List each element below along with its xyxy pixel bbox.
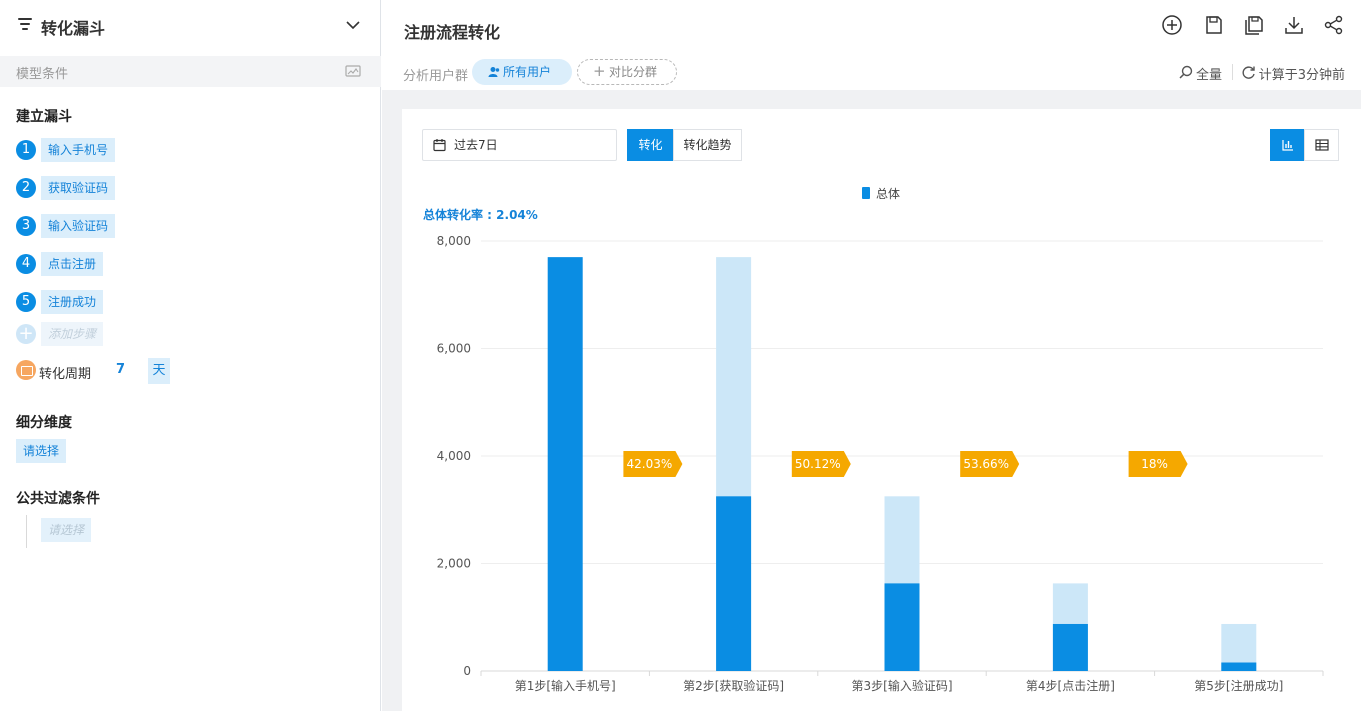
conversion-cycle-label: 转化周期 <box>39 367 92 382</box>
refresh-icon <box>1242 66 1255 79</box>
users-icon <box>488 67 500 77</box>
step-bar <box>1052 623 1088 671</box>
model-image-icon[interactable] <box>345 64 361 78</box>
download-icon[interactable] <box>1283 14 1305 36</box>
app: 转化漏斗 模型条件 建立漏斗 1 输入手机号 2 获取验证码 3 输入验证码 4… <box>0 0 1361 711</box>
refresh-button[interactable]: 计算于3分钟前 <box>1241 64 1345 83</box>
date-range-value: 过去7日 <box>454 138 498 152</box>
x-category-label: 第4步[点击注册] <box>1026 678 1115 693</box>
breakdown-title: 细分维度 <box>16 415 72 431</box>
step-bar <box>1221 662 1257 671</box>
tab-conversion-trend[interactable]: 转化趋势 <box>673 129 742 161</box>
meta-divider <box>1232 64 1233 80</box>
step-event-chip[interactable]: 输入手机号 <box>41 138 116 162</box>
calendar-icon <box>433 139 446 152</box>
filter-select[interactable]: 请选择 <box>41 518 92 542</box>
chevron-down-icon[interactable] <box>345 17 361 33</box>
save-as-icon[interactable] <box>1243 14 1265 36</box>
step-number: 4 <box>16 254 36 274</box>
step-event-chip[interactable]: 输入验证码 <box>41 214 116 238</box>
filter-divider <box>26 515 27 548</box>
step-event-chip[interactable]: 点击注册 <box>41 252 104 276</box>
x-category-label: 第1步[输入手机号] <box>515 678 616 693</box>
y-tick-label: 4,000 <box>437 449 471 463</box>
legend-swatch <box>862 187 870 199</box>
conversion-rate-label: 42.03% <box>627 457 673 471</box>
legend-label: 总体 <box>876 187 901 201</box>
compare-segment-label: 对比分群 <box>609 65 658 79</box>
chart-card: 过去7日 转化 转化趋势 总体 总体转化率 : 2.04% 0 2,000 4,00… <box>402 109 1361 711</box>
compare-segment-button[interactable]: + 对比分群 <box>577 59 677 85</box>
table-icon <box>1315 139 1329 151</box>
report-header: 注册流程转化 分析用户群 所有用户 + 对比分群 全量 计算于3分钟前 <box>382 0 1361 90</box>
report-meta: 全量 计算于3分钟前 <box>1105 63 1345 83</box>
step-event-chip[interactable]: 注册成功 <box>41 290 104 314</box>
sample-label: 全量 <box>1195 68 1222 83</box>
y-tick-label: 2,000 <box>437 557 471 571</box>
view-table-button[interactable] <box>1304 129 1339 161</box>
computed-time: 计算于3分钟前 <box>1258 68 1345 83</box>
step-number: 1 <box>16 140 36 160</box>
x-category-label: 第2步[获取验证码] <box>683 678 784 693</box>
plus-icon: + <box>593 62 606 80</box>
model-conditions-bar[interactable]: 模型条件 <box>0 56 381 87</box>
add-step-input[interactable]: 添加步骤 <box>41 322 104 346</box>
segment-all-users[interactable]: 所有用户 <box>472 59 572 85</box>
build-funnel-title: 建立漏斗 <box>16 109 72 125</box>
x-category-label: 第3步[输入验证码] <box>852 678 953 693</box>
step-bar <box>716 496 752 671</box>
panel-header[interactable]: 转化漏斗 <box>0 0 381 52</box>
search-icon <box>1179 65 1193 79</box>
funnel-bar-chart: 0 2,000 4,000 6,000 8,000 第1步[输入手机号] 第2步[获取验证码… <box>437 234 1324 693</box>
analysis-panel: 注册流程转化 分析用户群 所有用户 + 对比分群 全量 计算于3分钟前 过去7日… <box>382 0 1361 711</box>
overall-conversion-rate: 总体转化率 : 2.04% <box>423 208 538 222</box>
chart-legend[interactable]: 总体 <box>862 185 900 202</box>
panel-title: 转化漏斗 <box>41 19 106 38</box>
y-tick-label: 6,000 <box>437 342 471 356</box>
funnel-icon <box>18 18 32 30</box>
conversion-cycle-value[interactable]: 7 <box>116 362 125 377</box>
y-tick-label: 8,000 <box>437 234 471 248</box>
header-actions <box>1161 14 1345 36</box>
step-number: 3 <box>16 216 36 236</box>
add-icon[interactable] <box>1161 14 1183 36</box>
view-chart-button[interactable] <box>1270 129 1305 161</box>
share-icon[interactable] <box>1323 14 1345 36</box>
x-category-label: 第5步[注册成功] <box>1194 678 1283 693</box>
model-conditions-label: 模型条件 <box>16 67 69 82</box>
step-bar <box>547 257 583 671</box>
tab-conversion[interactable]: 转化 <box>627 129 674 161</box>
segment-all-label: 所有用户 <box>503 65 552 79</box>
calendar-icon <box>16 360 36 380</box>
bar-chart-icon <box>1282 140 1293 151</box>
filter-title: 公共过滤条件 <box>16 491 100 507</box>
step-bar <box>884 583 920 671</box>
step-number: 5 <box>16 292 36 312</box>
step-number: 2 <box>16 178 36 198</box>
breakdown-select[interactable]: 请选择 <box>16 439 67 463</box>
conversion-cycle: 转化周期 7 天 <box>16 358 316 384</box>
page-title: 注册流程转化 <box>404 23 501 42</box>
sample-toggle[interactable]: 全量 <box>1179 64 1222 83</box>
step-event-chip[interactable]: 获取验证码 <box>41 176 116 200</box>
conversion-rate-label: 18% <box>1141 457 1168 471</box>
conversion-rate-label: 53.66% <box>963 457 1009 471</box>
funnel-config-panel: 转化漏斗 模型条件 建立漏斗 1 输入手机号 2 获取验证码 3 输入验证码 4… <box>0 0 381 711</box>
y-tick-label: 0 <box>463 664 471 678</box>
date-range-picker[interactable]: 过去7日 <box>422 129 617 161</box>
save-icon[interactable] <box>1203 14 1225 36</box>
add-step-plus-icon[interactable]: + <box>16 324 36 344</box>
segment-label: 分析用户群 <box>403 69 469 84</box>
conversion-rate-label: 50.12% <box>795 457 841 471</box>
conversion-cycle-unit[interactable]: 天 <box>148 358 170 384</box>
